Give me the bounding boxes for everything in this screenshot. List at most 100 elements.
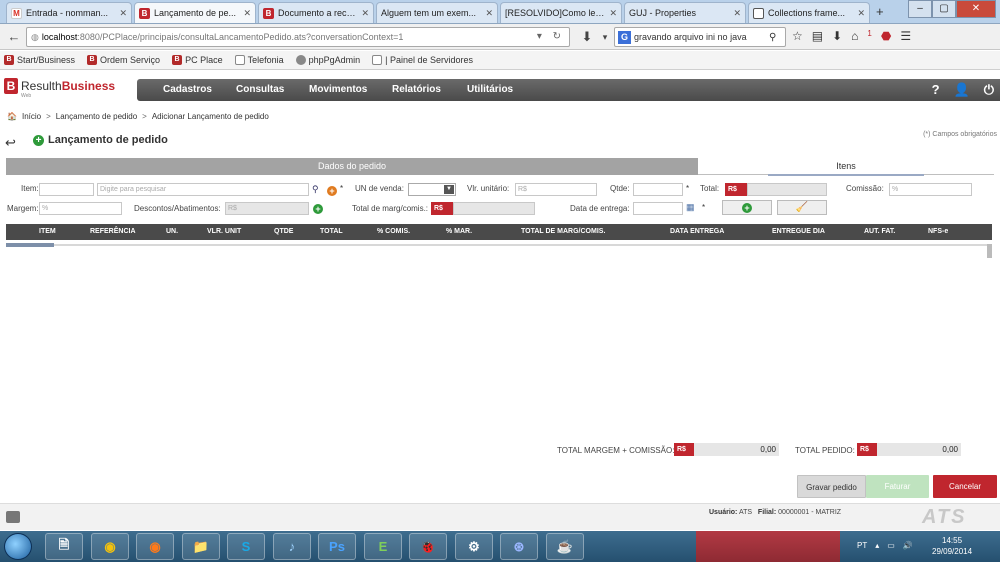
tab-itens[interactable]: Itens — [698, 158, 994, 176]
browser-tab-documento[interactable]: B Documento a rece... ✕ — [258, 2, 374, 23]
menu-cadastros[interactable]: Cadastros — [163, 84, 212, 95]
bookmark-pc-place[interactable]: B PC Place — [172, 55, 223, 65]
gravar-pedido-button[interactable]: Gravar pedido — [797, 475, 866, 498]
search-icon[interactable]: ⚲ — [312, 184, 319, 195]
close-icon[interactable]: ✕ — [609, 8, 617, 19]
margem-input[interactable]: % — [39, 202, 122, 215]
back-icon[interactable]: ← — [5, 29, 23, 45]
col-mar[interactable]: % MAR. — [446, 228, 472, 235]
download-icon[interactable]: ⬇ — [578, 29, 596, 45]
bookmark-ordem-servico[interactable]: B Ordem Serviço — [87, 55, 160, 65]
language-indicator[interactable]: PT — [857, 541, 867, 550]
browser-tab-guj[interactable]: GUJ - Properties ✕ — [624, 2, 746, 23]
clock[interactable]: 14:55 29/09/2014 — [932, 535, 972, 557]
back-arrow-icon[interactable]: ↩ — [5, 135, 16, 151]
close-window-icon[interactable]: ✕ — [956, 0, 996, 18]
close-icon[interactable]: ✕ — [485, 8, 493, 19]
reload-icon[interactable]: ▾ ↻ — [537, 31, 565, 42]
menu-utilitarios[interactable]: Utilitários — [467, 84, 513, 95]
col-referencia[interactable]: REFERÊNCIA — [90, 228, 136, 235]
close-icon[interactable]: ✕ — [119, 8, 127, 19]
power-icon[interactable]: ⏻ — [984, 82, 994, 98]
col-aut-fat[interactable]: AUT. FAT. — [864, 228, 895, 235]
bookmark-painel-servidores[interactable]: | Painel de Servidores — [372, 55, 473, 65]
col-nfse[interactable]: NFS-e — [928, 228, 948, 235]
taskbar-app-files[interactable]: 🗎 — [45, 533, 83, 560]
network-icon[interactable]: ▭ — [887, 541, 895, 550]
vlr-unitario-input[interactable]: R$ — [515, 183, 597, 196]
search-bar[interactable]: G gravando arquivo ini no java ⚲ — [614, 27, 786, 47]
col-data-entrega[interactable]: DATA ENTREGA — [670, 228, 724, 235]
bookmark-telefonia[interactable]: Telefonia — [234, 55, 284, 65]
bookmark-phppgadmin[interactable]: phpPgAdmin — [295, 55, 360, 65]
horizontal-scrollbar[interactable] — [6, 243, 54, 247]
col-total-marg[interactable]: TOTAL DE MARG/COMIS. — [521, 228, 605, 235]
bookmark-star-icon[interactable]: ☆ — [792, 29, 803, 43]
taskbar-app-chrome[interactable]: ◉ — [91, 533, 129, 560]
taskbar-app-debugger[interactable]: 🐞 — [409, 533, 447, 560]
taskbar-app-java[interactable]: ☕ — [546, 533, 584, 560]
comissao-input[interactable]: % — [889, 183, 972, 196]
qtde-input[interactable] — [633, 183, 683, 196]
add-item-icon[interactable]: + — [327, 186, 337, 196]
descontos-input[interactable]: R$ — [225, 202, 309, 215]
downloads-icon[interactable]: ⬇ — [832, 29, 842, 43]
app-logo[interactable]: B ResulthBusiness Web — [4, 78, 115, 99]
close-icon[interactable]: ✕ — [733, 8, 741, 19]
taskbar-app-explorer[interactable]: 📁 — [182, 533, 220, 560]
col-item[interactable]: ITEM — [39, 228, 56, 235]
home-icon[interactable]: 🏠 — [7, 112, 17, 121]
close-icon[interactable]: ✕ — [361, 8, 369, 19]
add-item-button[interactable]: + — [722, 200, 772, 215]
url-bar[interactable]: ◍ localhost:8080/PCPlace/principais/cons… — [26, 27, 570, 47]
menu-consultas[interactable]: Consultas — [236, 84, 284, 95]
search-input[interactable]: gravando arquivo ini no java — [634, 32, 769, 42]
tab-dados-pedido[interactable]: Dados do pedido — [6, 158, 698, 175]
item-search-input[interactable]: Digite para pesquisar — [97, 183, 309, 196]
browser-tab-resolvido[interactable]: [RESOLVIDO]Como ler ... ✕ — [500, 2, 622, 23]
home-icon[interactable]: ⌂ — [851, 29, 858, 43]
search-icon[interactable]: ⚲ — [769, 32, 785, 43]
col-entregue-dia[interactable]: ENTREGUE DIA — [772, 228, 825, 235]
taskbar-app-network[interactable]: ⊛ — [500, 533, 538, 560]
maximize-icon[interactable]: ▢ — [932, 0, 956, 18]
close-icon[interactable]: ✕ — [243, 8, 251, 19]
taskbar-app-settings[interactable]: ⚙ — [455, 533, 493, 560]
reading-list-icon[interactable]: ▤ — [812, 29, 823, 43]
tray-expand-icon[interactable]: ▴ — [875, 541, 879, 550]
menu-movimentos[interactable]: Movimentos — [309, 84, 367, 95]
browser-tab-collections[interactable]: Collections frame... ✕ — [748, 2, 870, 23]
taskbar-app-photoshop[interactable]: Ps — [318, 533, 356, 560]
console-icon[interactable] — [6, 511, 20, 523]
browser-tab-lancamento[interactable]: B Lançamento de pe... ✕ — [134, 2, 256, 23]
volume-icon[interactable]: 🔊 — [903, 541, 913, 550]
taskbar-app-skype[interactable]: S — [227, 533, 265, 560]
menu-relatorios[interactable]: Relatórios — [392, 84, 441, 95]
browser-tab-alguem[interactable]: Alguem tem um exem... ✕ — [376, 2, 498, 23]
user-icon[interactable]: 👤 — [954, 82, 970, 98]
start-button[interactable] — [4, 533, 32, 560]
search-engine-dropdown-icon[interactable]: ▾ — [596, 29, 614, 45]
calendar-icon[interactable]: ▦ — [686, 202, 695, 213]
cancelar-button[interactable]: Cancelar — [933, 475, 997, 498]
col-un[interactable]: UN. — [166, 228, 178, 235]
close-icon[interactable]: ✕ — [857, 8, 865, 19]
browser-tab-gmail[interactable]: M Entrada - nomman... ✕ — [6, 2, 132, 23]
taskbar-app-firefox[interactable]: ◉ — [136, 533, 174, 560]
clear-button[interactable]: 🧹 — [777, 200, 827, 215]
help-icon[interactable]: ? — [932, 82, 940, 98]
breadcrumb-inicio[interactable]: Início — [22, 112, 41, 121]
bookmark-start-business[interactable]: B Start/Business — [4, 55, 75, 65]
col-vlr-unit[interactable]: VLR. UNIT — [207, 228, 241, 235]
minimize-icon[interactable]: – — [908, 0, 932, 18]
col-total[interactable]: TOTAL — [320, 228, 343, 235]
faturar-button[interactable]: Faturar — [866, 475, 929, 498]
notification-badge[interactable]: 1 — [867, 29, 871, 43]
col-qtde[interactable]: QTDE — [274, 228, 293, 235]
taskbar-app-itunes[interactable]: ♪ — [273, 533, 311, 560]
col-comis[interactable]: % COMIS. — [377, 228, 410, 235]
data-entrega-input[interactable] — [633, 202, 683, 215]
item-code-input[interactable] — [39, 183, 94, 196]
un-venda-select[interactable]: ▼ — [408, 183, 456, 196]
taskbar-app-evernote[interactable]: E — [364, 533, 402, 560]
